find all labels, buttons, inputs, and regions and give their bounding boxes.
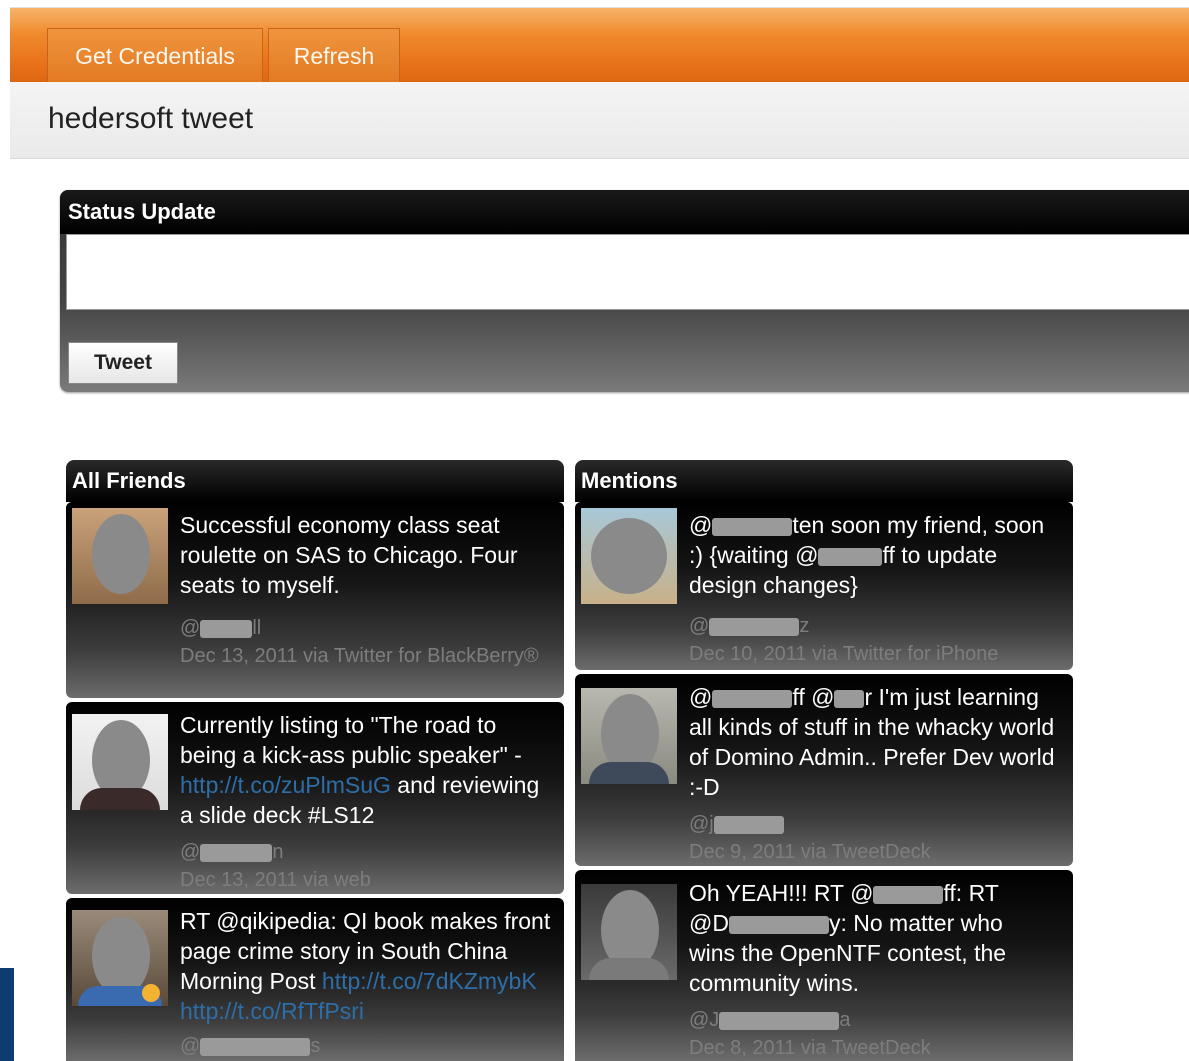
tweet-meta: @ ll Dec 13, 2011 via Twitter for BlackBe…	[180, 614, 558, 670]
tweet-username[interactable]: @J a	[689, 1006, 1067, 1034]
friend-tweet-card[interactable]: RT @qikipedia: QI book makes front page …	[66, 898, 564, 1061]
avatar-face-blur	[92, 916, 150, 996]
mention-tweet-card[interactable]: Oh YEAH!!! RT @ ff: RT @D y: No matter who…	[575, 870, 1073, 1061]
tweet-meta: @ z Dec 10, 2011 via Twitter for iPhone	[689, 612, 1067, 668]
avatar	[581, 508, 677, 604]
tab-get-credentials[interactable]: Get Credentials	[47, 28, 263, 82]
friend-tweet-card[interactable]: Successful economy class seat roulette o…	[66, 502, 564, 698]
avatar	[72, 910, 168, 1006]
tweet-text: Currently listing to "The road to being …	[180, 712, 540, 828]
status-update-panel: Status Update Tweet	[60, 190, 1189, 392]
mentions-header: Mentions	[575, 460, 1073, 502]
window-edge-block	[0, 968, 14, 1061]
tweet-username[interactable]: @j	[689, 810, 1067, 838]
tweet-meta: @j Dec 9, 2011 via TweetDeck	[689, 810, 1067, 866]
mention-tweet-card[interactable]: @ ff @ r I'm just learning all kinds of st…	[575, 674, 1073, 866]
tweet-button[interactable]: Tweet	[68, 342, 178, 384]
tweet-date-source: Dec 13, 2011 via Twitter for BlackBerry®	[180, 645, 539, 667]
avatar-shoulders	[80, 788, 160, 810]
tweet-username[interactable]: @ s	[180, 1032, 558, 1060]
tweet-text: Successful economy class seat roulette o…	[180, 512, 518, 598]
mention-tweet-card[interactable]: @ ten soon my friend, soon :) {waiting @ f…	[575, 502, 1073, 670]
tweet-meta: @ s	[180, 1032, 558, 1060]
title-bar: hedersoft tweet	[10, 82, 1189, 159]
tweet-username[interactable]: @ ll	[180, 614, 558, 642]
tweet-meta: @ n Dec 13, 2011 via web	[180, 838, 558, 894]
tweet-date-source: Dec 8, 2011 via TweetDeck	[689, 1037, 931, 1059]
avatar	[581, 884, 677, 980]
tweet-text: @ ff @ r I'm just learning all kinds of st…	[689, 684, 1055, 800]
tab-bar: Get Credentials Refresh	[10, 7, 1189, 83]
tweet-username[interactable]: @ z	[689, 612, 1067, 640]
friend-tweet-card[interactable]: Currently listing to "The road to being …	[66, 702, 564, 894]
avatar-face-blur	[92, 514, 150, 594]
tab-refresh[interactable]: Refresh	[268, 28, 400, 82]
avatar	[72, 714, 168, 810]
tweet-meta: @J a Dec 8, 2011 via TweetDeck	[689, 1006, 1067, 1061]
tweet-date-source: Dec 9, 2011 via TweetDeck	[689, 841, 931, 863]
avatar-shoulders	[589, 958, 669, 980]
tweet-username[interactable]: @ n	[180, 838, 558, 866]
status-textarea[interactable]	[66, 234, 1189, 310]
avatar-badge-icon	[142, 984, 160, 1002]
avatar	[72, 508, 168, 604]
tweet-date-source: Dec 13, 2011 via web	[180, 869, 371, 891]
status-update-header: Status Update	[60, 190, 1189, 234]
all-friends-header: All Friends	[66, 460, 564, 502]
tweet-link[interactable]: http://t.co/zuPlmSuG	[180, 772, 391, 798]
tweet-date-source: Dec 10, 2011 via Twitter for iPhone	[689, 643, 999, 665]
avatar	[581, 688, 677, 784]
tweet-text: RT @qikipedia: QI book makes front page …	[180, 908, 551, 1024]
avatar-face-blur	[591, 518, 667, 594]
avatar-shoulders	[589, 762, 669, 784]
tweet-text: Oh YEAH!!! RT @ ff: RT @D y: No matter who…	[689, 880, 1007, 996]
page-title: hedersoft tweet	[48, 102, 254, 135]
tweet-text: @ ten soon my friend, soon :) {waiting @ f…	[689, 512, 1045, 598]
top-strip	[0, 0, 1189, 7]
